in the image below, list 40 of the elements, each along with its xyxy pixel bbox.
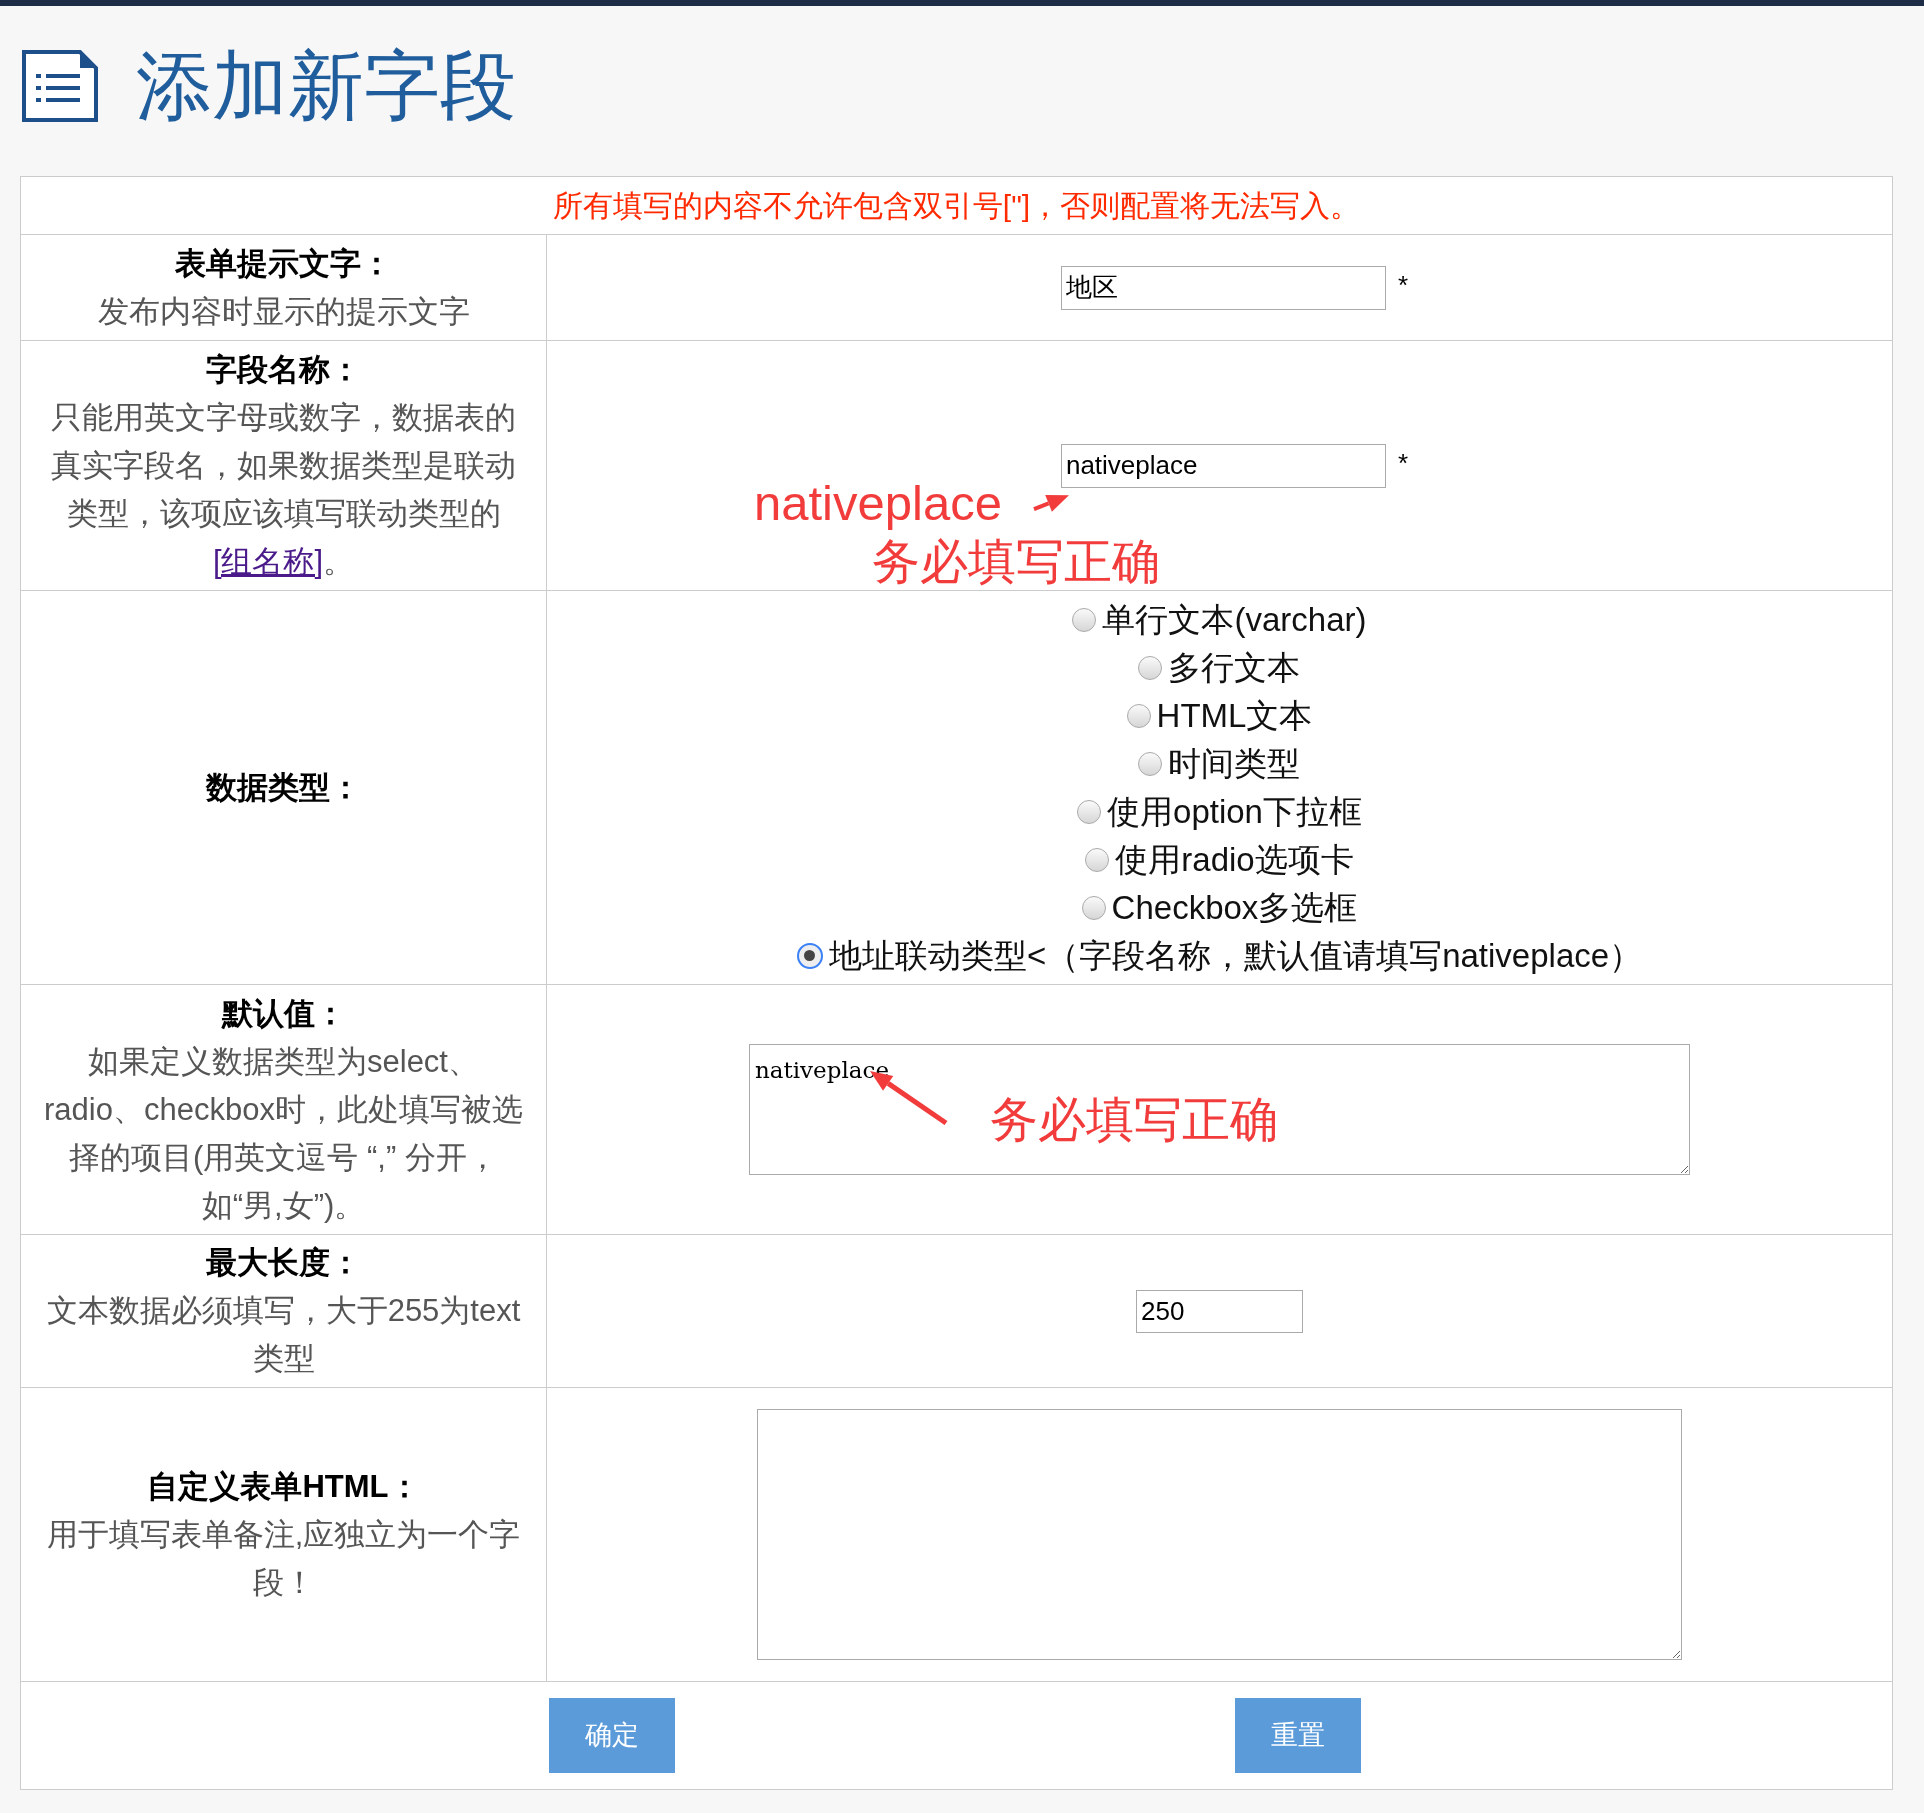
- radio-option[interactable]: 单行文本(varchar): [1072, 598, 1367, 641]
- required-mark: *: [1397, 446, 1409, 480]
- field-hint: 只能用英文字母或数字，数据表的真实字段名，如果数据类型是联动类型，该项应该填写联动类型的 [组名称]。: [50, 398, 517, 581]
- radio-button[interactable]: [1077, 799, 1102, 824]
- document-icon: [22, 50, 98, 122]
- field-hint: 发布内容时显示的提示文字: [97, 292, 470, 331]
- radio-option[interactable]: Checkbox多选框: [1081, 886, 1358, 929]
- field-label: 数据类型：: [206, 768, 361, 807]
- field-hint: 用于填写表单备注,应独立为一个字段！: [45, 1515, 522, 1602]
- radio-button[interactable]: [1138, 655, 1163, 680]
- text-field[interactable]: 地区: [1060, 265, 1386, 310]
- radio-option[interactable]: 使用radio选项卡: [1085, 838, 1354, 881]
- radio-button[interactable]: [1081, 895, 1106, 920]
- field-hint: 如果定义数据类型为select、radio、checkbox时，此处填写被选择的项目(用英文逗号 “,” 分开，如“男,女”)。: [43, 1042, 524, 1225]
- radio-option[interactable]: 地址联动类型<（字段名称，默认值请填写nativeplace）: [796, 934, 1643, 977]
- field-hint: 文本数据必须填写，大于255为text类型: [45, 1292, 522, 1378]
- warning-text: 所有填写的内容不允许包含双引号["]，否则配置将无法写入。: [552, 188, 1361, 224]
- page-title: 添加新字段: [136, 48, 516, 124]
- arrow-icon: [1032, 492, 1071, 514]
- radio-button[interactable]: [1126, 703, 1151, 728]
- text-field[interactable]: nativeplace: [1060, 443, 1386, 488]
- radio-option[interactable]: 时间类型: [1138, 742, 1301, 785]
- field-label: 表单提示文字：: [175, 244, 392, 283]
- annotation-note: 务必填写正确: [990, 1095, 1278, 1143]
- radio-button[interactable]: [796, 942, 823, 969]
- text-field[interactable]: 250: [1136, 1289, 1303, 1333]
- field-label: 自定义表单HTML：: [147, 1467, 420, 1506]
- radio-button[interactable]: [1072, 607, 1097, 632]
- field-label: 最大长度：: [206, 1244, 361, 1282]
- field-label: 字段名称：: [206, 350, 361, 389]
- radio-option[interactable]: 使用option下拉框: [1077, 790, 1362, 833]
- annotation-label: nativeplace: [754, 479, 1002, 528]
- radio-option[interactable]: HTML文本: [1126, 694, 1313, 737]
- required-mark: *: [1397, 268, 1409, 302]
- annotation-note: 务必填写正确: [872, 537, 1160, 585]
- group-name-link[interactable]: [组名称]: [212, 543, 324, 579]
- radio-option[interactable]: 多行文本: [1138, 646, 1301, 689]
- radio-button[interactable]: [1138, 751, 1163, 776]
- field-label: 默认值：: [221, 994, 346, 1033]
- radio-button[interactable]: [1085, 847, 1110, 872]
